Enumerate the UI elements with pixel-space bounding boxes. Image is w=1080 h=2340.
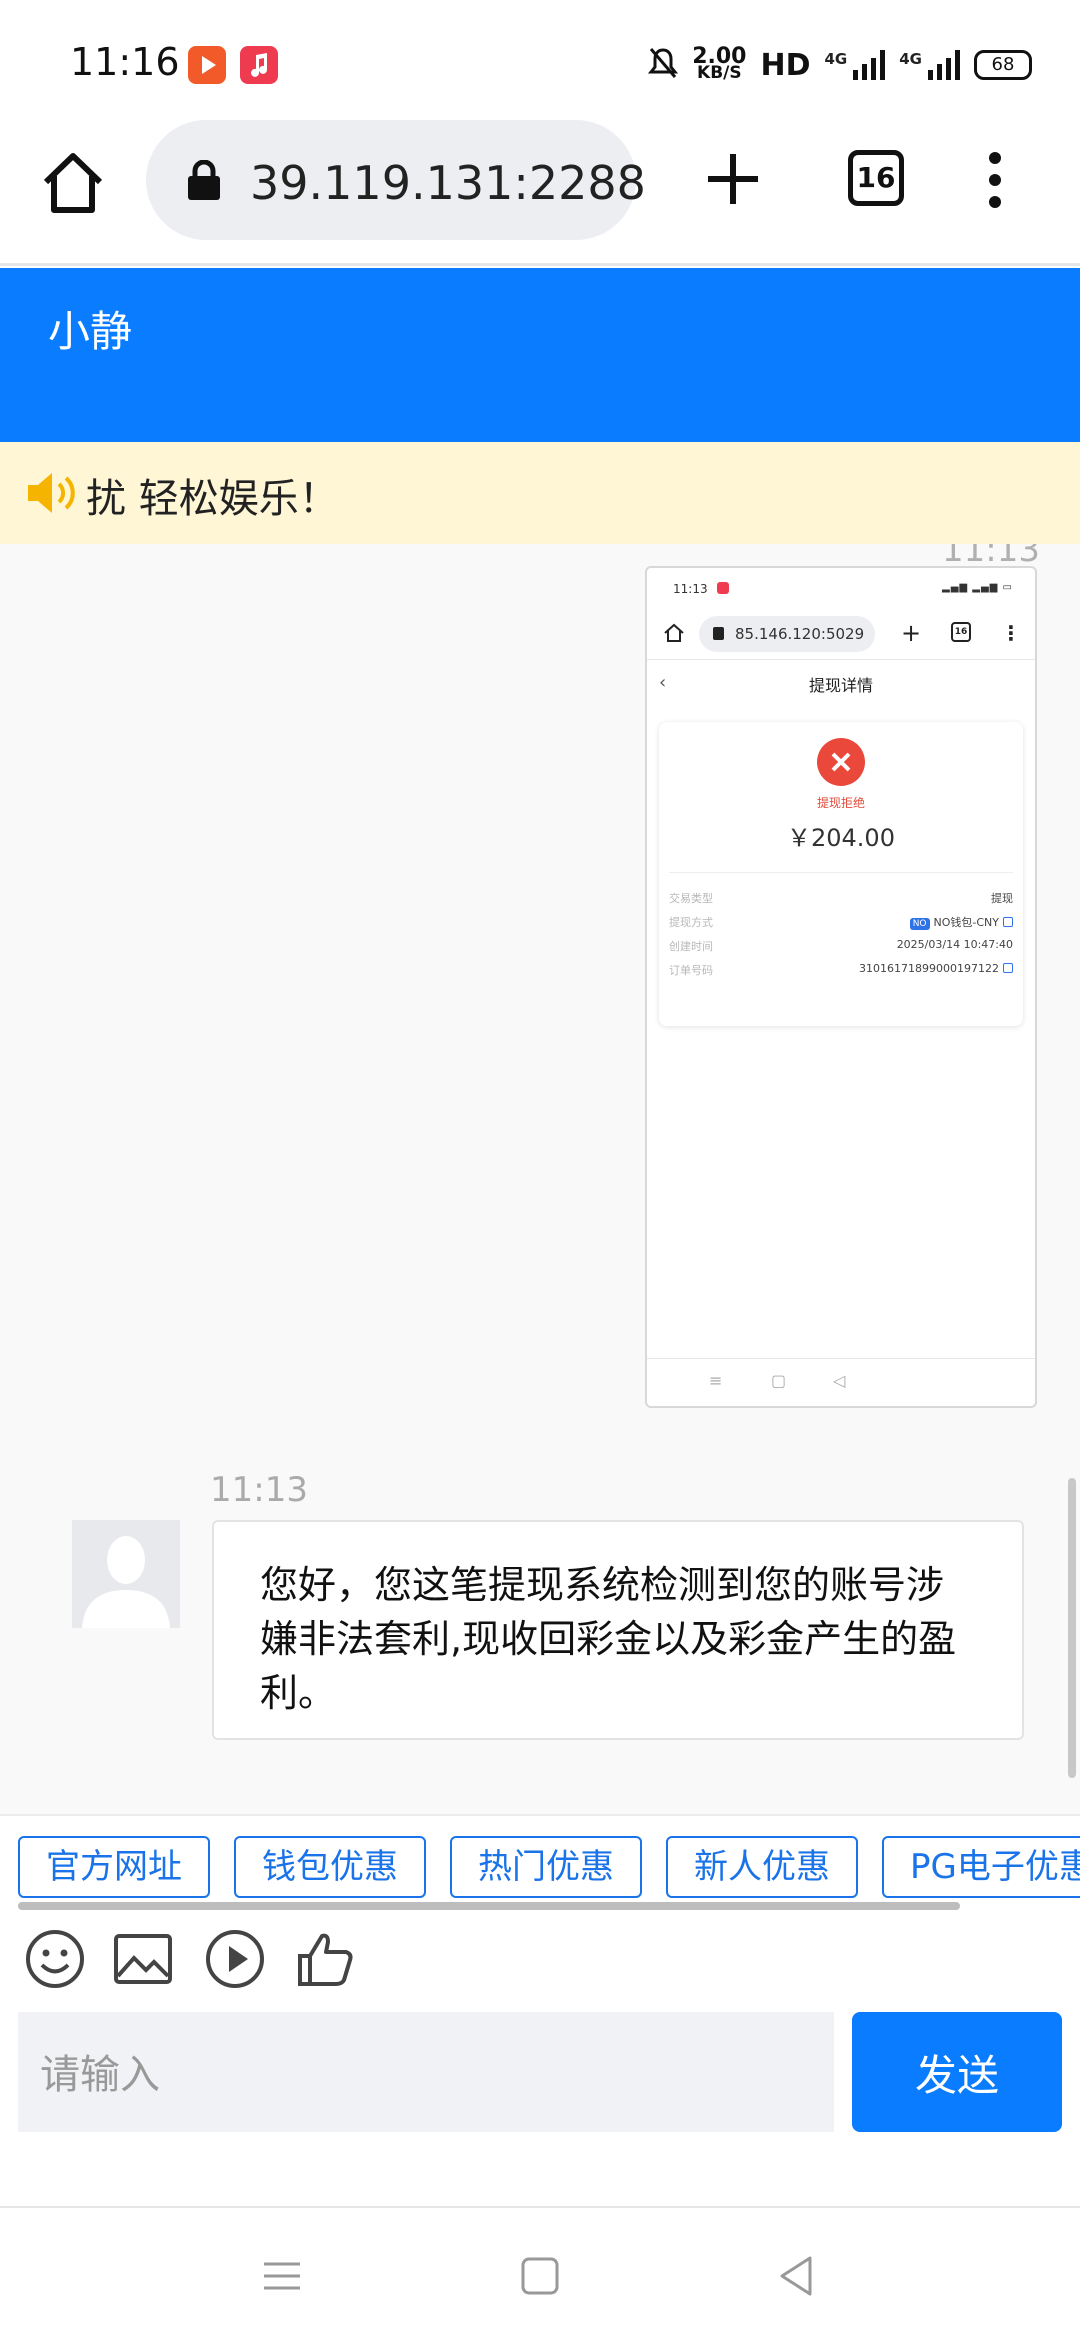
more-vertical-icon: ⋮ [1001, 621, 1021, 645]
chat-header: 小静 [0, 268, 1080, 442]
quick-reply-list: 官方网址 钱包优惠 热门优惠 新人优惠 PG电子优惠 [18, 1836, 1080, 1898]
withdrawal-amount: ￥204.00 [787, 824, 895, 852]
image-status-bar: 11:13 ▂▄▆ ▂▄▆ ▭ [647, 568, 1035, 608]
send-button[interactable]: 发送 [852, 2012, 1062, 2132]
detail-row: 订单号码 31016171899000197122 [669, 962, 1013, 982]
error-icon [817, 738, 865, 786]
quick-reply-scrollbar[interactable] [18, 1902, 960, 1910]
notice-marquee: 扰 轻松娱乐！ [0, 442, 1080, 544]
image-status-time: 11:13 [673, 582, 708, 596]
input-toolbar [0, 1910, 1080, 2004]
notice-text: 扰 轻松娱乐！ [86, 476, 339, 522]
image-icon[interactable] [112, 1928, 174, 1990]
message-bubble: 您好，您这笔提现系统检测到您的账号涉嫌非法套利,现收回彩金以及彩金产生的盈利。 [212, 1520, 1024, 1740]
copy-icon [1003, 917, 1013, 927]
video-icon[interactable] [204, 1928, 266, 1990]
message-input[interactable] [18, 2012, 834, 2132]
home-square-icon[interactable] [516, 2252, 564, 2300]
lock-icon [713, 627, 724, 640]
quick-reply-button[interactable]: PG电子优惠 [882, 1836, 1080, 1898]
music-app-icon [240, 46, 278, 84]
emoji-icon[interactable] [24, 1928, 86, 1990]
mute-icon [648, 46, 679, 84]
thumbs-up-icon[interactable] [294, 1928, 356, 1990]
avatar [72, 1520, 180, 1628]
detail-row: 创建时间 2025/03/14 10:47:40 [669, 938, 1013, 953]
status-time: 11:16 [70, 40, 180, 84]
chat-scrollbar[interactable] [1068, 1478, 1076, 1778]
user-silhouette-icon [82, 1536, 170, 1628]
agent-name: 小静 [48, 307, 133, 356]
quick-reply-button[interactable]: 热门优惠 [450, 1836, 642, 1898]
battery-icon: 68 [974, 50, 1032, 80]
back-triangle-icon[interactable] [772, 2252, 820, 2300]
back-triangle-icon: ◁ [833, 1371, 846, 1390]
image-address-bar: 85.146.120:5029 [699, 616, 875, 652]
detail-row: 提现方式 NO NO钱包-CNY [669, 914, 1013, 934]
quick-reply-bar: 官方网址 钱包优惠 热门优惠 新人优惠 PG电子优惠 [0, 1814, 1080, 1910]
address-bar[interactable]: 39.119.131:2288 [146, 120, 646, 240]
chat-messages[interactable]: 11:13 11:13 ▂▄▆ ▂▄▆ ▭ 85.146.120:5029 + … [0, 544, 1080, 1814]
quick-reply-button[interactable]: 新人优惠 [666, 1836, 858, 1898]
image-page-title: 提现详情 [808, 676, 873, 695]
menu-icon[interactable] [258, 2252, 306, 2300]
wallet-badge: NO [909, 918, 930, 930]
hd-indicator: HD [760, 47, 811, 83]
screenshot-image-message[interactable]: 11:13 ▂▄▆ ▂▄▆ ▭ 85.146.120:5029 + 16 ⋮ ‹… [645, 566, 1037, 1408]
browser-toolbar: 39.119.131:2288 16 [0, 120, 1080, 266]
withdrawal-detail-card: 提现拒绝 ￥204.00 交易类型 提现 提现方式 NO NO钱包-CNY 创建时… [659, 722, 1023, 1026]
home-icon [43, 153, 103, 213]
composer: 发送 [0, 2004, 1080, 2204]
system-navigation-bar [0, 2206, 1080, 2340]
url-text: 39.119.131:2288 [250, 156, 646, 210]
more-vertical-icon [989, 152, 1001, 208]
image-browser-bar: 85.146.120:5029 + 16 ⋮ [647, 608, 1035, 660]
plus-icon [708, 154, 758, 204]
square-icon: ▢ [771, 1371, 787, 1390]
image-url-text: 85.146.120:5029 [735, 625, 865, 643]
music-app-icon [717, 582, 729, 594]
more-menu-button[interactable] [980, 150, 1010, 210]
signal-icon: 4G [899, 50, 960, 80]
copy-icon [1003, 963, 1013, 973]
image-tab-count: 16 [951, 622, 971, 642]
home-icon [664, 623, 684, 642]
lock-icon [188, 160, 220, 200]
status-bar: 11:16 2.00 KB/S HD 4G 4G 68 [0, 0, 1080, 120]
divider [669, 872, 1013, 873]
menu-icon: ≡ [709, 1371, 723, 1390]
withdrawal-status: 提现拒绝 [816, 796, 865, 810]
quick-reply-button[interactable]: 官方网址 [18, 1836, 210, 1898]
speaker-icon [28, 473, 75, 513]
signal-icon: ▂▄▆ ▂▄▆ ▭ [942, 582, 1013, 593]
network-speed: 2.00 KB/S [692, 44, 747, 83]
plus-icon: + [901, 619, 922, 647]
message-timestamp: 11:13 [210, 1470, 308, 1510]
image-title-bar: ‹ 提现详情 [647, 660, 1035, 706]
home-button[interactable] [38, 148, 108, 218]
new-tab-button[interactable] [702, 148, 764, 210]
image-nav-bar: ≡ ▢ ◁ [647, 1358, 1035, 1406]
tab-switcher-button[interactable]: 16 [848, 150, 904, 206]
quick-reply-button[interactable]: 钱包优惠 [234, 1836, 426, 1898]
detail-row: 交易类型 提现 [669, 892, 1013, 905]
video-app-icon [188, 46, 226, 84]
signal-icon: 4G [825, 50, 886, 80]
